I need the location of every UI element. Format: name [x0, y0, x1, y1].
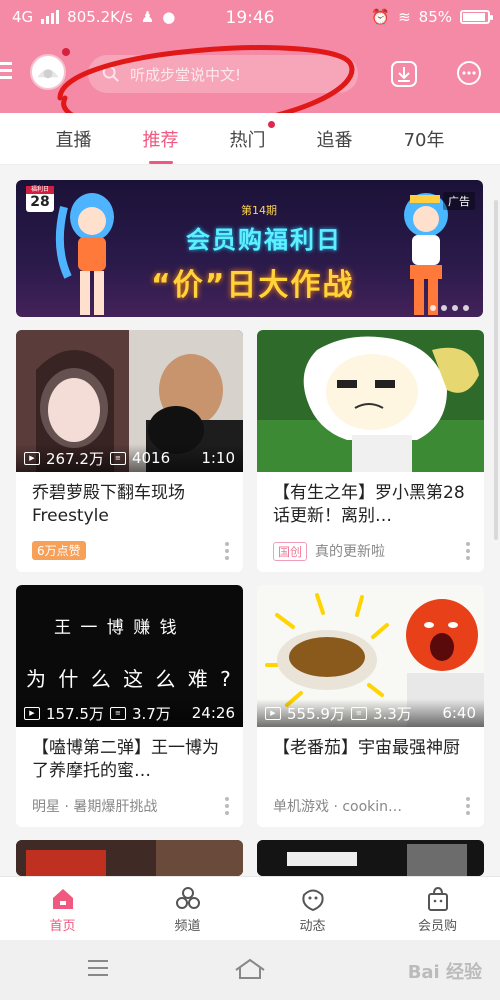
tab-live[interactable]: 直播 [56, 126, 92, 152]
battery-percent: 85% [418, 8, 452, 26]
scrollbar[interactable] [494, 200, 498, 540]
video-tag: 单机游戏 · cookin… [273, 799, 403, 815]
play-icon: ▶ [24, 451, 40, 465]
nav-home[interactable]: 首页 [0, 877, 125, 940]
channel-icon [175, 887, 200, 909]
danmaku-icon: ≡ [109, 706, 126, 720]
download-button[interactable] [390, 60, 418, 88]
video-duration: 1:10 [201, 449, 235, 467]
video-card[interactable]: 王 一 博 赚 钱 为 什 么 这 么 难 ? ▶ 157.5万 ≡ 3.7万 … [16, 585, 243, 827]
danmaku-count: 3.3万 [372, 704, 412, 723]
video-tag: 真的更新啦 [315, 544, 386, 560]
tab-recommend[interactable]: 推荐 [143, 126, 179, 164]
thumb-caption-2: 为 什 么 这 么 难 ? [26, 667, 234, 691]
category-badge: 国创 [273, 541, 308, 561]
video-title[interactable]: 【嗑博第二弹】王一博为了养摩托的蜜… [32, 737, 229, 783]
nav-mall-label: 会员购 [417, 919, 457, 934]
tab-bangumi[interactable]: 追番 [317, 126, 353, 152]
more-options-icon[interactable] [225, 797, 231, 815]
bottom-navigation: 首页 频道 动态 会员购 [0, 876, 500, 940]
promo-banner[interactable]: 福利日 28 第14期 会员购福利日 “价”日大作战 广告 [16, 180, 483, 317]
banner-headline: 会员购福利日 [186, 226, 342, 254]
shopping-bag-icon [427, 886, 448, 911]
video-thumbnail [257, 330, 484, 472]
more-options-icon[interactable] [466, 797, 472, 815]
more-options-icon[interactable] [225, 542, 231, 560]
search-bar[interactable]: 听成步堂说中文! [88, 55, 358, 93]
banner-character-left [55, 193, 114, 315]
wifi-icon: ≋ [398, 8, 411, 26]
ad-label: 广告 [443, 192, 475, 210]
video-card[interactable]: 【有生之年】罗小黑第28话更新！离别… 国创 真的更新啦 [257, 330, 484, 572]
video-card-partial[interactable] [257, 840, 484, 876]
video-card[interactable]: ▶ 267.2万 ≡ 4016 1:10 乔碧萝殿下翻车现场Freestyle … [16, 330, 243, 572]
nav-dynamic[interactable]: 动态 [250, 877, 375, 940]
danmaku-icon: ≡ [109, 451, 126, 465]
tab-70years[interactable]: 70年 [404, 126, 445, 152]
nav-channel-label: 频道 [174, 919, 201, 934]
search-icon [102, 65, 119, 82]
thumb-caption-1: 王 一 博 赚 钱 [54, 618, 179, 638]
video-thumbnail: 王 一 博 赚 钱 为 什 么 这 么 难 ? ▶ 157.5万 ≡ 3.7万 … [16, 585, 243, 727]
notification-dot [62, 48, 70, 56]
download-icon [391, 61, 417, 87]
video-tag: 明星 · 暑期爆肝挑战 [32, 799, 158, 815]
video-title[interactable]: 【老番茄】宇宙最强神厨 [273, 737, 470, 760]
video-card-partial[interactable] [16, 840, 243, 876]
recent-apps-icon[interactable] [88, 960, 108, 976]
avatar[interactable] [30, 54, 66, 90]
home-icon [52, 889, 73, 909]
search-placeholder: 听成步堂说中文! [130, 65, 242, 84]
danmaku-icon: ≡ [350, 706, 367, 720]
channel-tabs: 直播 推荐 热门 追番 70年 [0, 113, 500, 165]
nav-mall[interactable]: 会员购 [375, 877, 500, 940]
view-count: 267.2万 [46, 449, 104, 468]
menu-icon[interactable] [0, 62, 12, 80]
video-card[interactable]: ▶ 555.9万 ≡ 3.3万 6:40 【老番茄】宇宙最强神厨 单机游戏 · … [257, 585, 484, 827]
home-system-icon[interactable] [234, 958, 266, 980]
nav-dynamic-label: 动态 [299, 919, 326, 934]
like-badge: 6万点赞 [32, 541, 86, 560]
dynamic-icon [301, 889, 324, 912]
carousel-dots[interactable] [430, 305, 469, 311]
banner-issue: 第14期 [241, 204, 277, 217]
view-count: 157.5万 [46, 704, 104, 723]
video-title[interactable]: 乔碧萝殿下翻车现场Freestyle [32, 482, 229, 528]
tab-notification-dot [268, 121, 275, 128]
danmaku-count: 4016 [131, 449, 171, 467]
battery-icon [460, 10, 493, 24]
video-duration: 6:40 [442, 704, 476, 722]
video-title[interactable]: 【有生之年】罗小黑第28话更新！离别… [273, 482, 470, 528]
video-thumbnail: ▶ 555.9万 ≡ 3.3万 6:40 [257, 585, 484, 727]
video-duration: 24:26 [191, 704, 235, 722]
watermark-logo: Bai 经验 [407, 962, 482, 983]
more-options-icon[interactable] [466, 542, 472, 560]
nav-channel[interactable]: 频道 [125, 877, 250, 940]
status-bar: 4G 805.2K/s ♟ ● 19:46 ⏰ ≋ 85% [0, 0, 500, 34]
banner-subheadline: “价”日大作战 [151, 268, 355, 303]
message-button[interactable] [455, 60, 483, 88]
play-icon: ▶ [24, 706, 40, 720]
alarm-icon: ⏰ [371, 8, 391, 26]
tab-hot[interactable]: 热门 [230, 126, 266, 152]
nav-home-label: 首页 [49, 919, 76, 934]
top-header: 4G 805.2K/s ♟ ● 19:46 ⏰ ≋ 85% 听成步堂说中文! [0, 0, 500, 113]
play-icon: ▶ [265, 706, 281, 720]
danmaku-count: 3.7万 [131, 704, 171, 723]
view-count: 555.9万 [287, 704, 345, 723]
message-icon [457, 61, 481, 85]
video-thumbnail: ▶ 267.2万 ≡ 4016 1:10 [16, 330, 243, 472]
